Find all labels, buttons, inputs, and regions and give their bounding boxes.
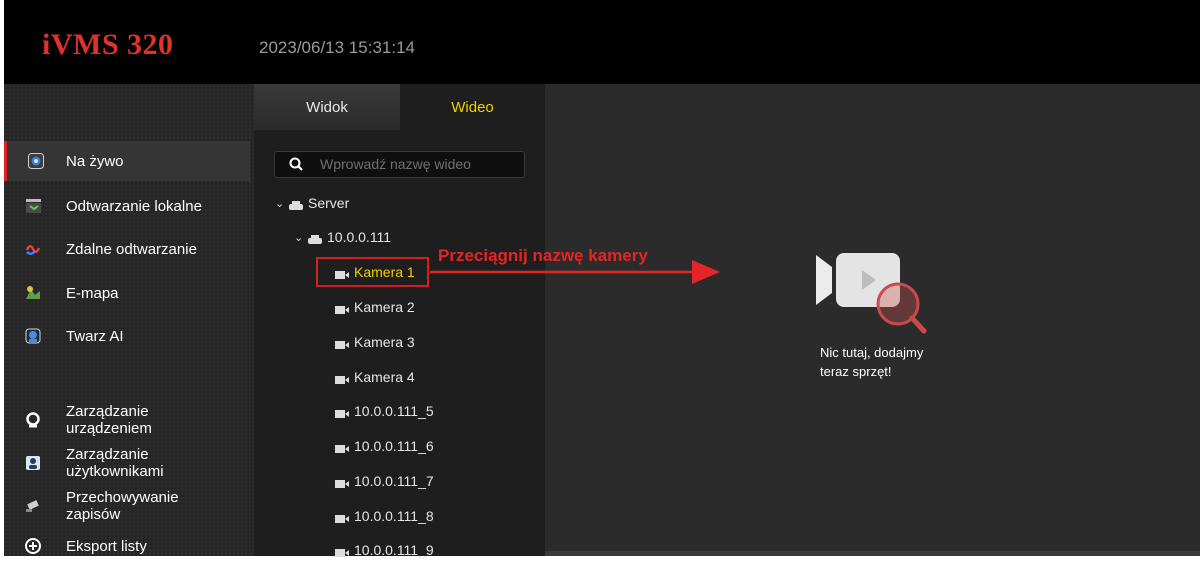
sidebar-item-label: Twarz AI: [66, 327, 124, 345]
tree-camera-label: Kamera 2: [354, 299, 415, 315]
sidebar-item-remote-playback[interactable]: Zdalne odtwarzanie: [4, 229, 250, 269]
panel-tabs: Widok Wideo: [254, 84, 545, 130]
sidebar-item-label: Zarządzanie urządzeniem: [66, 403, 152, 437]
tree-camera-6[interactable]: 10.0.0.111_6: [335, 434, 434, 458]
search-placeholder: Wprowadź nazwę wideo: [320, 156, 471, 172]
search-input[interactable]: Wprowadź nazwę wideo: [274, 151, 525, 178]
face-ai-icon: [25, 328, 41, 344]
tree-node-server[interactable]: ⌄ Server: [275, 191, 349, 215]
chevron-down-icon: ⌄: [275, 197, 285, 210]
remote-playback-icon: [25, 241, 41, 257]
tree-camera-8[interactable]: 10.0.0.111_8: [335, 504, 434, 528]
tree-camera-label: 10.0.0.111_5: [354, 403, 434, 419]
app-logo: iVMS 320: [42, 28, 174, 61]
datetime-display: 2023/06/13 15:31:14: [259, 38, 415, 57]
camera-icon: [335, 511, 349, 523]
empty-state-message: Nic tutaj, dodajmy teraz sprzęt!: [820, 345, 924, 379]
sidebar-item-label: Odtwarzanie lokalne: [66, 197, 202, 215]
sidebar-item-label: E-mapa: [66, 284, 119, 302]
tree-camera-7[interactable]: 10.0.0.111_7: [335, 469, 434, 493]
tree-camera-9[interactable]: 10.0.0.111_9: [335, 538, 434, 562]
tree-node-label: 10.0.0.111: [327, 229, 392, 245]
sidebar-item-face-ai[interactable]: Twarz AI: [4, 316, 250, 356]
tree-camera-label: 10.0.0.111_8: [354, 508, 434, 524]
sidebar-item-live[interactable]: Na żywo: [4, 141, 250, 181]
device-icon: [308, 232, 322, 244]
emap-icon: [25, 285, 41, 301]
tab-widok[interactable]: Widok: [254, 84, 400, 130]
camera-icon: [335, 441, 349, 453]
chevron-down-icon: ⌄: [294, 231, 304, 244]
sidebar-item-storage[interactable]: Przechowywanie zapisów: [4, 486, 250, 526]
tree-camera-label: 10.0.0.111_6: [354, 438, 434, 454]
user-management-icon: [25, 455, 41, 471]
local-playback-icon: [25, 198, 41, 214]
camera-icon: [335, 337, 349, 349]
tree-camera-label: 10.0.0.111_7: [354, 473, 434, 489]
sidebar-item-label: Zarządzanie użytkownikami: [66, 446, 164, 480]
export-icon: [25, 538, 41, 554]
tree-camera-3[interactable]: Kamera 3: [335, 330, 415, 354]
selection-highlight-box: [316, 257, 429, 287]
tree-camera-label: Kamera 4: [354, 369, 415, 385]
tree-camera-label: Kamera 3: [354, 334, 415, 350]
tree-node-device[interactable]: ⌄ 10.0.0.111: [294, 225, 391, 249]
sidebar-item-export-list[interactable]: Eksport listy: [4, 526, 250, 566]
tree-camera-5[interactable]: 10.0.0.111_5: [335, 399, 434, 423]
top-bar: iVMS 320 2023/06/13 15:31:14: [4, 0, 1200, 84]
sidebar-item-device-management[interactable]: Zarządzanie urządzeniem: [4, 400, 250, 440]
sidebar-item-label: Zdalne odtwarzanie: [66, 240, 197, 258]
camera-icon: [335, 406, 349, 418]
view-bottom-border: [545, 551, 1200, 556]
sidebar-item-label: Przechowywanie zapisów: [66, 489, 179, 523]
sidebar-item-local-playback[interactable]: Odtwarzanie lokalne: [4, 186, 250, 226]
server-icon: [289, 198, 303, 210]
camera-icon: [335, 476, 349, 488]
sidebar-item-user-management[interactable]: Zarządzanie użytkownikami: [4, 443, 250, 483]
drag-instruction-label: Przeciągnij nazwę kamery: [438, 246, 648, 265]
device-management-icon: [25, 412, 41, 428]
sidebar: Na żywo Odtwarzanie lokalne Zdalne odtwa…: [4, 84, 254, 556]
search-icon: [289, 157, 303, 171]
live-icon: [28, 153, 44, 169]
tab-wideo[interactable]: Wideo: [400, 84, 545, 130]
sidebar-item-label: Na żywo: [66, 152, 124, 170]
empty-video-icon: [814, 253, 934, 338]
camera-icon: [335, 372, 349, 384]
sidebar-item-emap[interactable]: E-mapa: [4, 273, 250, 313]
tree-camera-4[interactable]: Kamera 4: [335, 365, 415, 389]
camera-icon: [335, 545, 349, 557]
tree-node-label: Server: [308, 195, 350, 211]
camera-icon: [335, 302, 349, 314]
sidebar-item-label: Eksport listy: [66, 537, 147, 555]
tree-camera-2[interactable]: Kamera 2: [335, 295, 415, 319]
storage-icon: [25, 498, 41, 514]
